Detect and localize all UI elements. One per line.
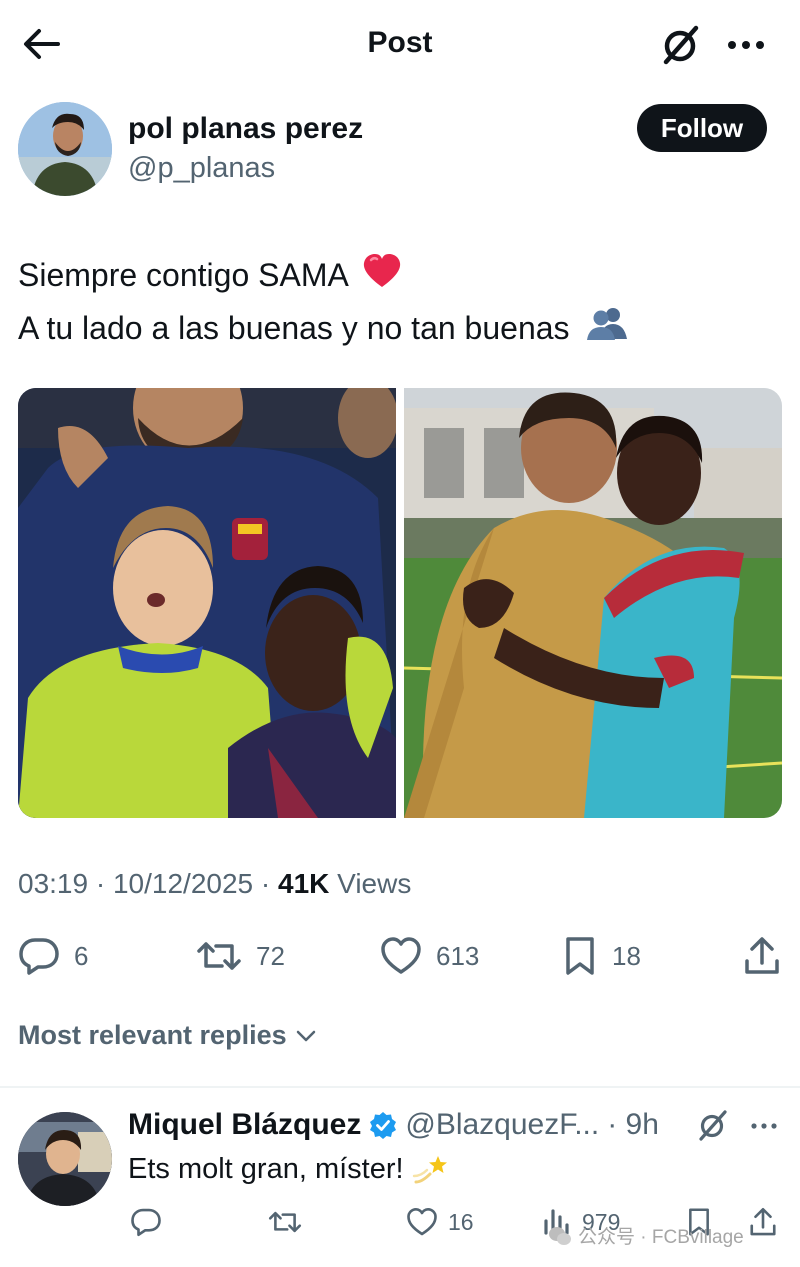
reply-icon xyxy=(19,938,59,975)
post-time: 03:19 xyxy=(18,868,89,899)
wechat-icon xyxy=(549,1226,571,1245)
share-button[interactable] xyxy=(742,928,782,984)
tweet-line-2-text: A tu lado a las buenas y no tan buenas xyxy=(18,309,570,346)
reply-repost-button[interactable] xyxy=(268,1200,302,1244)
bookmark-button[interactable]: 18 xyxy=(562,928,641,984)
busts-in-silhouette-icon xyxy=(584,305,630,355)
bookmark-count: 18 xyxy=(612,940,641,971)
author-handle[interactable]: @p_planas xyxy=(128,152,275,185)
post-author: pol planas perez @p_planas Follow xyxy=(0,96,800,206)
author-avatar[interactable] xyxy=(18,102,112,196)
reply-author-name[interactable]: Miquel Blázquez xyxy=(128,1108,361,1142)
red-heart-icon xyxy=(362,253,402,303)
post-meta: 03:19 · 10/12/2025 · 41K Views xyxy=(18,868,411,900)
reply-like-button[interactable]: 16 xyxy=(406,1200,474,1244)
reply-button[interactable]: 6 xyxy=(18,928,88,984)
reply-text-content: Ets molt gran, míster! xyxy=(128,1152,404,1185)
reply-header: Miquel Blázquez @BlazquezF... · 9h xyxy=(128,1108,659,1142)
post-actions: 6 72 613 18 xyxy=(0,928,800,984)
repost-count: 72 xyxy=(256,940,285,971)
reply-share-button[interactable] xyxy=(748,1200,778,1244)
share-icon xyxy=(750,1207,776,1236)
author-name[interactable]: pol planas perez xyxy=(128,112,363,146)
tweet-text: Siempre contigo SAMA A tu lado a las bue… xyxy=(18,250,788,355)
photo-left[interactable] xyxy=(18,388,396,818)
reply-avatar[interactable] xyxy=(18,1112,112,1206)
photo-right[interactable] xyxy=(404,388,782,818)
views-label: Views xyxy=(337,868,412,899)
reply-time: · 9h xyxy=(607,1108,659,1141)
like-button[interactable]: 613 xyxy=(380,928,479,984)
meta-separator-1: · xyxy=(95,868,106,899)
more-dots-icon[interactable] xyxy=(724,30,768,60)
follow-button[interactable]: Follow xyxy=(637,104,767,152)
tweet-line-1: Siempre contigo SAMA xyxy=(18,250,788,303)
watermark: 公众号 · FCBvillage xyxy=(548,1222,744,1249)
like-count: 613 xyxy=(436,940,480,971)
tweet-line-2: A tu lado a las buenas y no tan buenas xyxy=(18,303,788,356)
reply-reply-button[interactable] xyxy=(130,1200,162,1244)
reply-like-count: 16 xyxy=(448,1208,474,1235)
heart-icon xyxy=(381,937,421,974)
meta-separator-2: · xyxy=(260,868,271,899)
divider xyxy=(0,1086,800,1088)
top-bar: Post xyxy=(0,0,800,90)
dizzy-star-icon xyxy=(412,1156,447,1184)
heart-icon xyxy=(407,1207,437,1236)
tweet-line-1-text: Siempre contigo SAMA xyxy=(18,257,348,293)
views-count[interactable]: 41K xyxy=(278,868,329,899)
reply-author-handle[interactable]: @BlazquezF... xyxy=(405,1108,599,1142)
share-icon xyxy=(745,937,779,974)
grok-icon[interactable] xyxy=(658,22,704,68)
reply-text: Ets molt gran, míster! xyxy=(128,1152,450,1186)
post-media[interactable] xyxy=(18,388,782,818)
reply-grok-icon[interactable] xyxy=(696,1108,730,1142)
watermark-text: 公众号 · FCBvillage xyxy=(578,1227,744,1248)
replies-sort-label: Most relevant replies xyxy=(18,1020,287,1050)
repost-icon xyxy=(197,942,241,970)
post-date: 10/12/2025 xyxy=(112,868,254,899)
verified-badge-icon xyxy=(370,1112,397,1139)
reply-more-dots-icon[interactable] xyxy=(748,1114,780,1138)
bookmark-icon xyxy=(566,937,594,975)
chevron-down-icon xyxy=(296,1030,315,1041)
replies-sort-dropdown[interactable]: Most relevant replies xyxy=(18,1020,317,1051)
reply-icon xyxy=(131,1208,161,1237)
reply-count: 6 xyxy=(74,940,89,971)
repost-button[interactable]: 72 xyxy=(196,928,285,984)
repost-icon xyxy=(268,1211,302,1233)
